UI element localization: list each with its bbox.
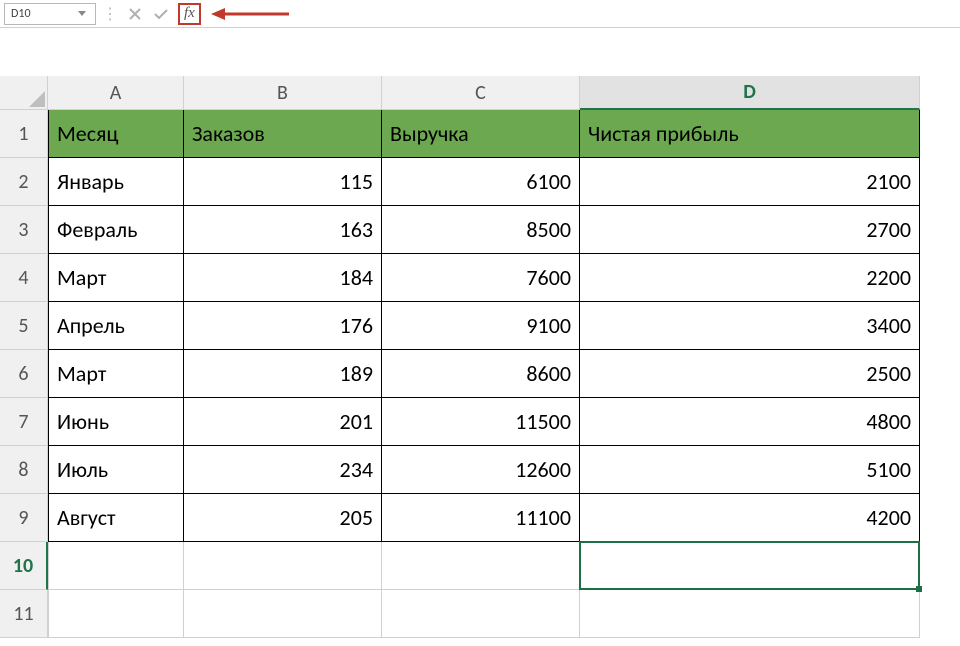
cell-C7[interactable]: 11500 — [382, 398, 580, 446]
cell-C4[interactable]: 7600 — [382, 254, 580, 302]
row-header-8[interactable]: 8 — [0, 446, 48, 494]
cell-C9[interactable]: 11100 — [382, 494, 580, 542]
cell-A3[interactable]: Февраль — [48, 206, 184, 254]
col-header-A[interactable]: A — [48, 76, 184, 110]
row-header-3[interactable]: 3 — [0, 206, 48, 254]
cell-A7[interactable]: Июнь — [48, 398, 184, 446]
enter-formula-button[interactable] — [150, 3, 172, 25]
cell-C11[interactable] — [382, 590, 580, 638]
cell-B6[interactable]: 189 — [184, 350, 382, 398]
cell-A2[interactable]: Январь — [48, 158, 184, 206]
row-header-11[interactable]: 11 — [0, 590, 48, 638]
annotation-arrow-icon — [211, 4, 291, 24]
cell-D4[interactable]: 2200 — [580, 254, 920, 302]
formula-bar-divider: ⋮ — [100, 4, 120, 24]
row-header-7[interactable]: 7 — [0, 398, 48, 446]
col-header-D[interactable]: D — [580, 76, 920, 110]
cell-B8[interactable]: 234 — [184, 446, 382, 494]
cell-C1[interactable]: Выручка — [382, 110, 580, 158]
cell-A1[interactable]: Месяц — [48, 110, 184, 158]
cell-D8[interactable]: 5100 — [580, 446, 920, 494]
row-header-9[interactable]: 9 — [0, 494, 48, 542]
cancel-formula-button[interactable] — [124, 3, 146, 25]
col-header-C[interactable]: C — [382, 76, 580, 110]
cell-A10[interactable] — [48, 542, 184, 590]
cell-A4[interactable]: Март — [48, 254, 184, 302]
row-header-6[interactable]: 6 — [0, 350, 48, 398]
cell-B5[interactable]: 176 — [184, 302, 382, 350]
cell-D9[interactable]: 4200 — [580, 494, 920, 542]
cell-C5[interactable]: 9100 — [382, 302, 580, 350]
insert-function-button[interactable]: fx — [178, 3, 201, 25]
cell-C2[interactable]: 6100 — [382, 158, 580, 206]
name-box-dropdown-icon[interactable] — [75, 11, 89, 16]
cell-D2[interactable]: 2100 — [580, 158, 920, 206]
cell-B4[interactable]: 184 — [184, 254, 382, 302]
cell-C3[interactable]: 8500 — [382, 206, 580, 254]
col-header-B[interactable]: B — [184, 76, 382, 110]
cell-B3[interactable]: 163 — [184, 206, 382, 254]
cell-B10[interactable] — [184, 542, 382, 590]
select-all-corner[interactable] — [0, 76, 48, 110]
fx-icon: fx — [184, 5, 195, 22]
cell-D7[interactable]: 4800 — [580, 398, 920, 446]
cell-D3[interactable]: 2700 — [580, 206, 920, 254]
spreadsheet-grid: A B C D 1 Месяц Заказов Выручка Чистая п… — [0, 76, 960, 638]
row-header-4[interactable]: 4 — [0, 254, 48, 302]
cell-A11[interactable] — [48, 590, 184, 638]
cell-B1[interactable]: Заказов — [184, 110, 382, 158]
row-header-2[interactable]: 2 — [0, 158, 48, 206]
cell-D10[interactable] — [580, 542, 920, 590]
row-header-10[interactable]: 10 — [0, 542, 48, 590]
cell-C6[interactable]: 8600 — [382, 350, 580, 398]
cell-C10[interactable] — [382, 542, 580, 590]
cell-B2[interactable]: 115 — [184, 158, 382, 206]
cell-A8[interactable]: Июль — [48, 446, 184, 494]
cell-A6[interactable]: Март — [48, 350, 184, 398]
row-header-5[interactable]: 5 — [0, 302, 48, 350]
name-box[interactable]: D10 — [4, 3, 96, 25]
formula-bar: D10 ⋮ fx — [0, 0, 960, 28]
cell-D6[interactable]: 2500 — [580, 350, 920, 398]
cell-A5[interactable]: Апрель — [48, 302, 184, 350]
cell-B11[interactable] — [184, 590, 382, 638]
cell-B9[interactable]: 205 — [184, 494, 382, 542]
cell-C8[interactable]: 12600 — [382, 446, 580, 494]
cell-D11[interactable] — [580, 590, 920, 638]
cell-A9[interactable]: Август — [48, 494, 184, 542]
cell-B7[interactable]: 201 — [184, 398, 382, 446]
row-header-1[interactable]: 1 — [0, 110, 48, 158]
cell-D5[interactable]: 3400 — [580, 302, 920, 350]
cell-D1[interactable]: Чистая прибыль — [580, 110, 920, 158]
name-box-value: D10 — [11, 7, 31, 21]
spacer — [0, 28, 960, 76]
